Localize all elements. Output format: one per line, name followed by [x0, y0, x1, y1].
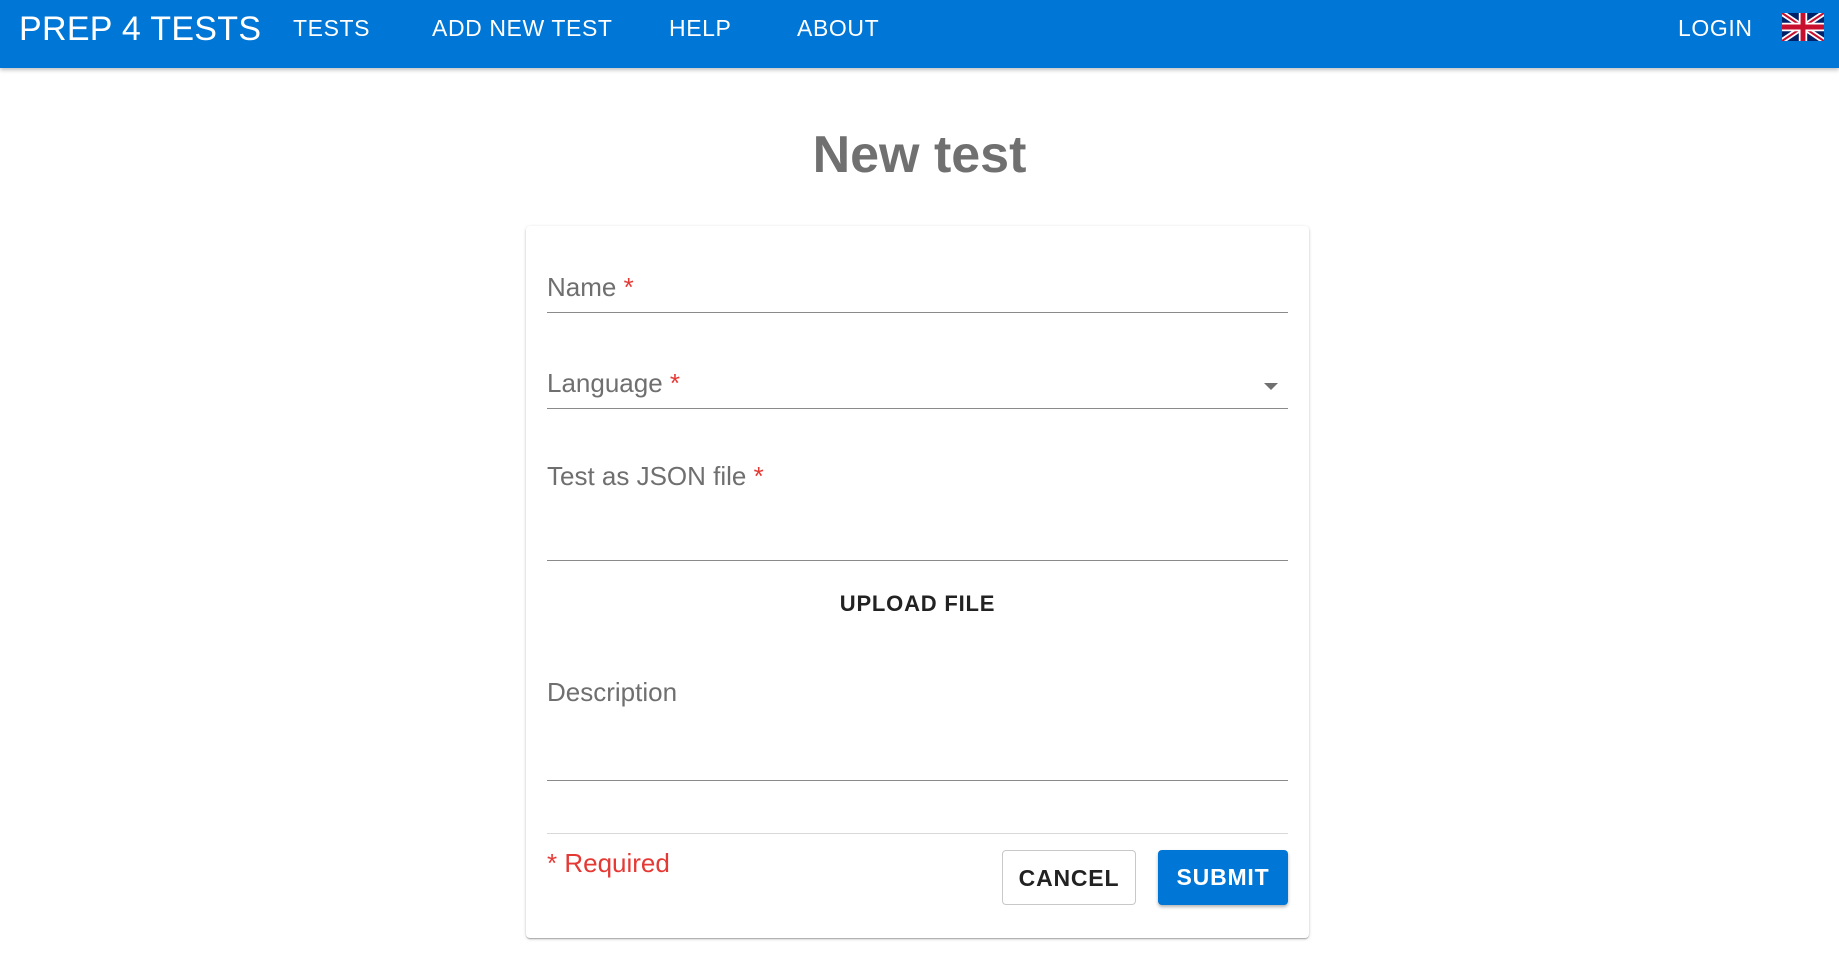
brand-title[interactable]: PREP 4 TESTS	[19, 0, 261, 58]
page-title: New test	[812, 126, 1027, 184]
cancel-button[interactable]: CANCEL	[1002, 850, 1136, 905]
nav-tests[interactable]: TESTS	[293, 0, 370, 58]
form-divider	[547, 833, 1288, 834]
submit-button[interactable]: SUBMIT	[1158, 850, 1288, 905]
name-label: Name *	[547, 272, 634, 302]
top-app-bar: PREP 4 TESTS TESTS ADD NEW TEST HELP ABO…	[0, 0, 1839, 68]
nav-about[interactable]: ABOUT	[797, 0, 879, 58]
name-field[interactable]: Name *	[547, 272, 1288, 313]
login-button[interactable]: LOGIN	[1678, 0, 1753, 58]
nav-add-new-test[interactable]: ADD NEW TEST	[432, 0, 613, 58]
language-select[interactable]: Language *	[547, 366, 1288, 409]
description-label: Description	[547, 677, 678, 707]
upload-file-button[interactable]: UPLOAD FILE	[547, 581, 1288, 627]
json-file-label: Test as JSON file *	[547, 461, 764, 491]
dropdown-arrow-icon[interactable]	[1264, 383, 1278, 390]
new-test-form-card: Name * Language * Test as JSON file * UP…	[526, 226, 1309, 938]
nav-help[interactable]: HELP	[669, 0, 731, 58]
json-file-field[interactable]: Test as JSON file *	[547, 461, 1288, 561]
language-label: Language *	[547, 368, 681, 398]
required-note: * Required	[547, 848, 670, 878]
description-field[interactable]: Description	[547, 677, 1288, 781]
uk-flag-icon[interactable]	[1782, 13, 1824, 41]
